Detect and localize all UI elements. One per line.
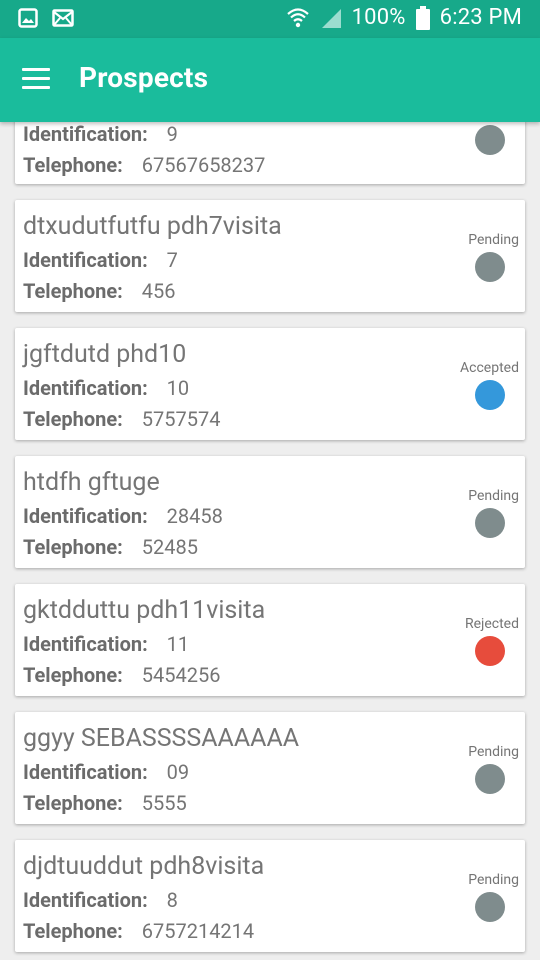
identification-label: Identification: <box>23 248 148 272</box>
battery-percent: 100% <box>351 5 406 30</box>
identification-value: 09 <box>166 760 190 784</box>
identification-value: 7 <box>166 248 178 272</box>
identification-value: 8 <box>166 888 178 912</box>
telephone-value: 5757574 <box>141 407 221 431</box>
prospect-name: dtxudutfutfu pdh7visita <box>23 212 282 241</box>
prospect-card[interactable]: djdtuuddut pdh8visita Identification: 8 … <box>15 840 525 952</box>
identification-value: 10 <box>166 376 190 400</box>
status-indicator <box>475 892 505 922</box>
telephone-value: 456 <box>141 279 176 303</box>
telephone-label: Telephone: <box>23 279 123 303</box>
status-indicator <box>475 380 505 410</box>
identification-row: Identification: 9 <box>23 122 178 146</box>
prospect-name: ggyy SEBASSSSAAAAAA <box>23 724 300 753</box>
identification-label: Identification: <box>23 888 148 912</box>
telephone-value: 67567658237 <box>141 153 266 177</box>
identification-row: Identification: 09 <box>23 760 189 784</box>
notification-icons <box>18 8 74 32</box>
prospect-card[interactable]: htdfh gftuge Identification: 28458 Telep… <box>15 456 525 568</box>
prospect-name: gktdduttu pdh11visita <box>23 596 266 625</box>
signal-icon <box>320 7 342 29</box>
prospect-list[interactable]: Identification: 9 Telephone: 67567658237… <box>0 122 540 960</box>
identification-label: Identification: <box>23 632 148 656</box>
status-badge: Pending <box>468 872 519 888</box>
identification-row: Identification: 7 <box>23 248 178 272</box>
prospect-name: jgftdutd phd10 <box>23 340 187 369</box>
telephone-label: Telephone: <box>23 153 123 177</box>
telephone-label: Telephone: <box>23 407 123 431</box>
status-indicator <box>475 764 505 794</box>
status-badge: Pending <box>468 232 519 248</box>
prospect-card[interactable]: gktdduttu pdh11visita Identification: 11… <box>15 584 525 696</box>
telephone-label: Telephone: <box>23 535 123 559</box>
identification-value: 28458 <box>166 504 223 528</box>
prospect-card[interactable]: ggyy SEBASSSSAAAAAA Identification: 09 T… <box>15 712 525 824</box>
status-badge: Pending <box>468 488 519 504</box>
telephone-value: 6757214214 <box>141 919 255 943</box>
telephone-value: 52485 <box>141 535 198 559</box>
telephone-label: Telephone: <box>23 663 123 687</box>
app-bar: Prospects <box>0 38 540 122</box>
identification-row: Identification: 8 <box>23 888 178 912</box>
prospect-name: htdfh gftuge <box>23 468 160 497</box>
status-indicator <box>475 508 505 538</box>
status-badge: Pending <box>468 744 519 760</box>
status-indicator <box>475 125 505 155</box>
identification-label: Identification: <box>23 760 148 784</box>
identification-value: 9 <box>166 122 178 146</box>
telephone-row: Telephone: 456 <box>23 279 175 303</box>
identification-label: Identification: <box>23 122 148 146</box>
hamburger-menu-icon[interactable] <box>22 68 50 90</box>
status-indicator <box>475 636 505 666</box>
prospect-card[interactable]: dtxudutfutfu pdh7visita Identification: … <box>15 200 525 312</box>
status-bar: 100% 6:23 PM <box>0 0 540 38</box>
telephone-row: Telephone: 5555 <box>23 791 187 815</box>
email-notification-icon <box>52 8 74 32</box>
identification-row: Identification: 28458 <box>23 504 223 528</box>
telephone-label: Telephone: <box>23 791 123 815</box>
identification-value: 11 <box>166 632 190 656</box>
clock: 6:23 PM <box>439 5 522 30</box>
telephone-row: Telephone: 5757574 <box>23 407 220 431</box>
identification-row: Identification: 10 <box>23 376 189 400</box>
identification-row: Identification: 11 <box>23 632 189 656</box>
system-status: 100% 6:23 PM <box>286 5 522 30</box>
identification-label: Identification: <box>23 504 148 528</box>
telephone-label: Telephone: <box>23 919 123 943</box>
telephone-row: Telephone: 6757214214 <box>23 919 254 943</box>
telephone-row: Telephone: 67567658237 <box>23 153 265 177</box>
battery-icon <box>415 5 430 30</box>
status-indicator <box>475 252 505 282</box>
telephone-row: Telephone: 5454256 <box>23 663 220 687</box>
status-badge: Rejected <box>464 616 519 632</box>
identification-label: Identification: <box>23 376 148 400</box>
prospect-card[interactable]: jgftdutd phd10 Identification: 10 Teleph… <box>15 328 525 440</box>
prospect-card[interactable]: Identification: 9 Telephone: 67567658237 <box>15 122 525 184</box>
wifi-icon <box>286 6 310 30</box>
status-badge: Accepted <box>460 360 519 376</box>
page-title: Prospects <box>79 61 209 94</box>
telephone-value: 5454256 <box>141 663 221 687</box>
telephone-value: 5555 <box>141 791 187 815</box>
prospect-name: djdtuuddut pdh8visita <box>23 852 265 881</box>
telephone-row: Telephone: 52485 <box>23 535 198 559</box>
image-notification-icon <box>18 8 38 32</box>
